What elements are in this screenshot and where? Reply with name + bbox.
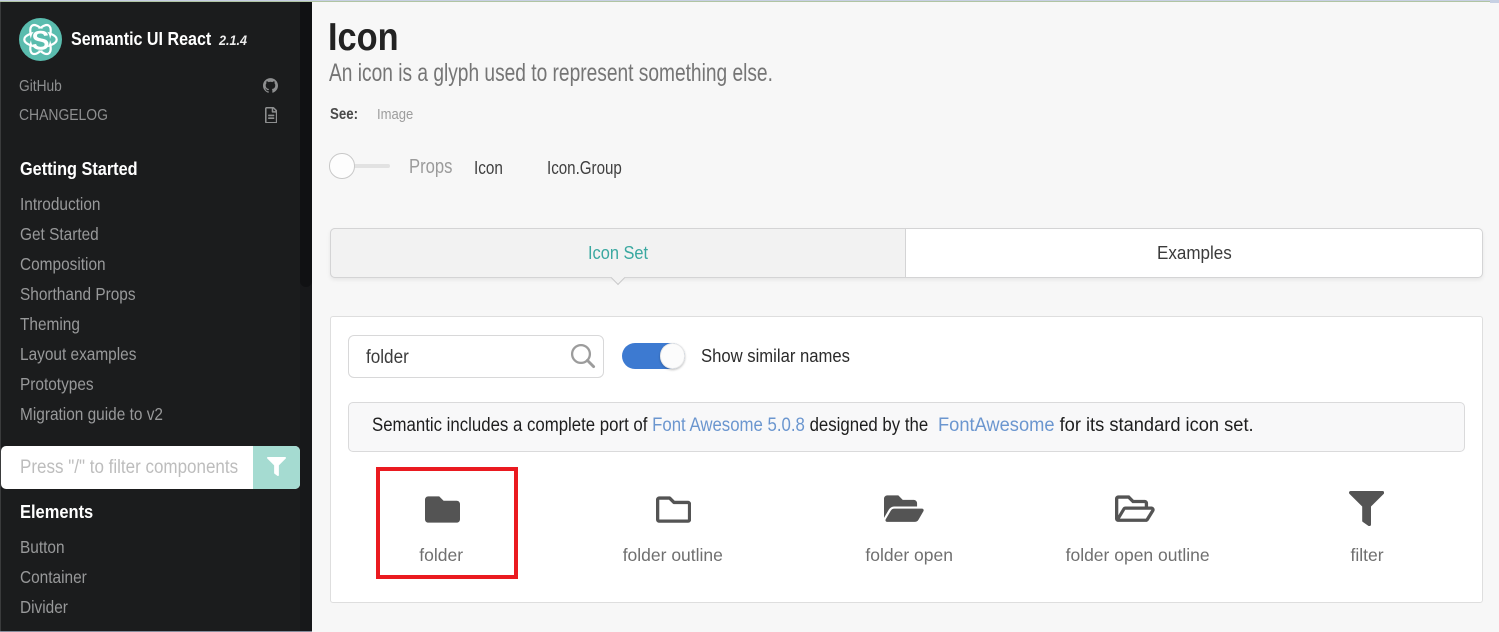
svg-text:S: S: [31, 26, 49, 56]
